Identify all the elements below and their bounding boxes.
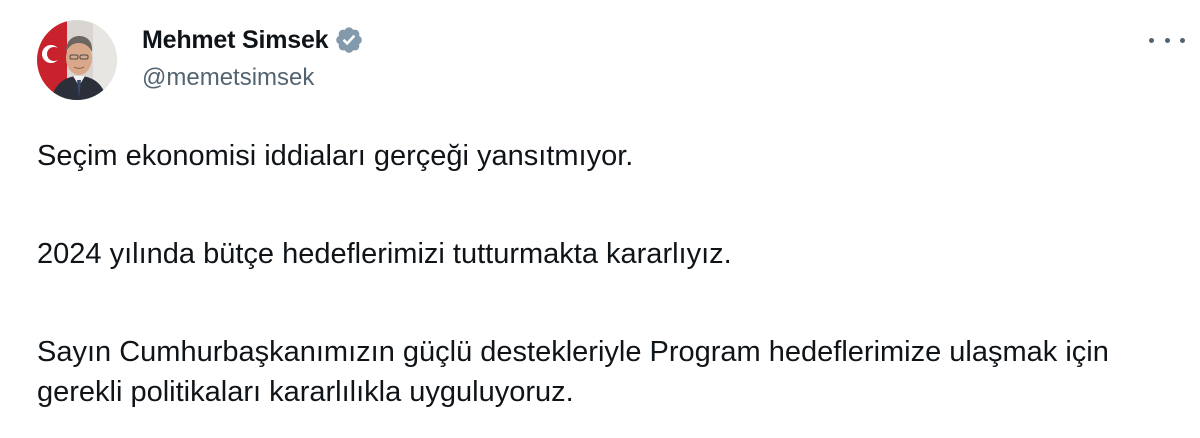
- display-name[interactable]: Mehmet Simsek: [142, 26, 329, 55]
- dot: [1180, 37, 1185, 43]
- avatar[interactable]: [37, 20, 117, 100]
- handle[interactable]: @memetsimsek: [142, 64, 364, 92]
- tweet-card: Mehmet Simsek @memetsimsek Seçim ekonomi…: [0, 0, 1200, 438]
- name-row: Mehmet Simsek: [142, 22, 364, 58]
- dot: [1164, 37, 1170, 43]
- tweet-paragraph: Sayın Cumhurbaşkanımızın güçlü destekler…: [37, 336, 1109, 408]
- more-horizontal-icon[interactable]: [1149, 28, 1185, 52]
- author-info: Mehmet Simsek @memetsimsek: [142, 22, 364, 92]
- avatar-image: [37, 20, 117, 100]
- tweet-paragraph: Seçim ekonomisi iddiaları gerçeği yansıt…: [37, 140, 634, 172]
- verified-badge-icon[interactable]: [334, 25, 364, 55]
- dot: [1149, 37, 1154, 43]
- tweet-paragraph: 2024 yılında bütçe hedeflerimizi tutturm…: [37, 238, 732, 270]
